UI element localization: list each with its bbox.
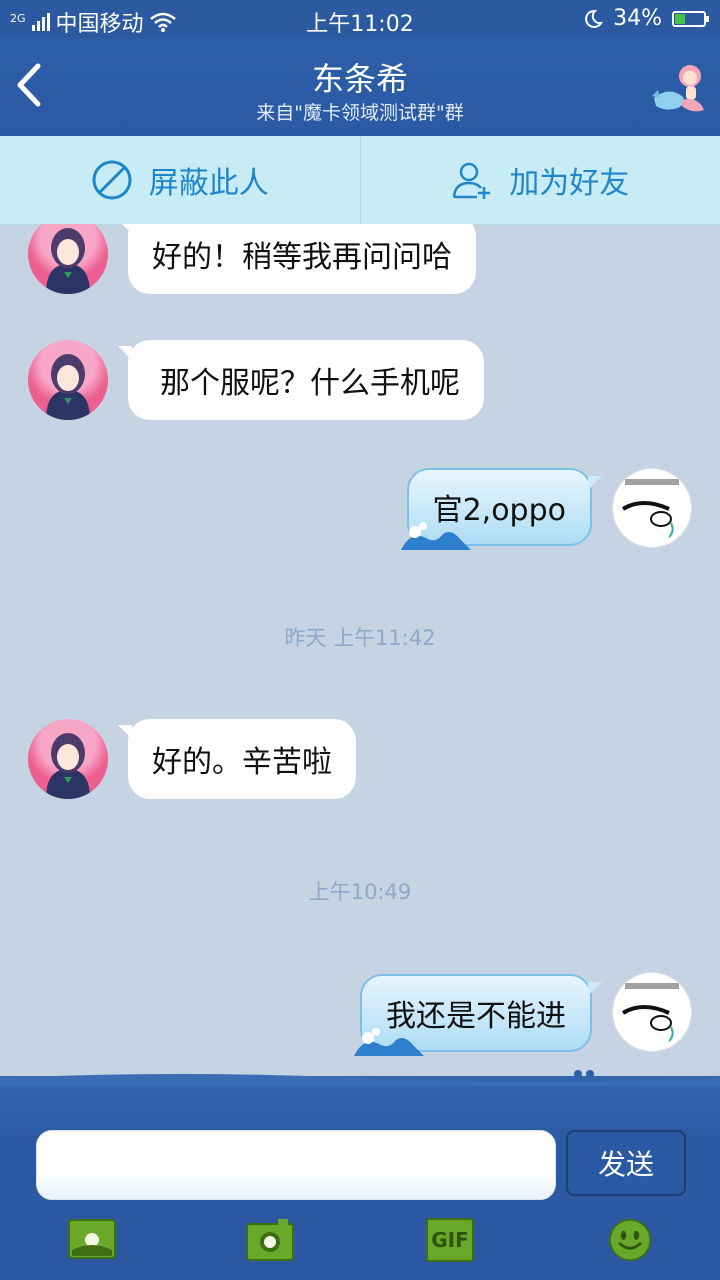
contact-avatar[interactable] (28, 719, 108, 799)
timestamp: 昨天 上午11:42 (284, 626, 436, 650)
timestamp: 上午10:49 (308, 880, 412, 904)
gif-label: GIF (431, 1228, 469, 1252)
camera-icon[interactable] (246, 1218, 294, 1262)
battery-icon (672, 10, 709, 27)
clock: 上午11:02 (306, 12, 414, 37)
block-user-label: 屏蔽此人 (148, 166, 269, 201)
message-text: 我还是不能进 (386, 999, 566, 1034)
gif-button[interactable]: GIF (426, 1218, 474, 1262)
add-friend-button[interactable]: 加为好友 (359, 136, 720, 224)
contact-avatar[interactable] (28, 224, 108, 294)
chat-title: 东条希 (311, 60, 408, 98)
message-bubble-outgoing[interactable]: 我还是不能进 (354, 974, 602, 1056)
message-bubble-incoming[interactable]: 好的！稍等我再问问哈 (118, 224, 476, 294)
send-button[interactable]: 发送 (566, 1130, 686, 1196)
message-bubble-outgoing[interactable]: 官2,oppo (400, 468, 603, 550)
message-bubble-incoming[interactable]: 好的。辛苦啦 (118, 719, 356, 799)
moon-icon (585, 9, 604, 28)
add-friend-label: 加为好友 (509, 166, 630, 201)
message-text: 好的！稍等我再问问哈 (152, 240, 452, 275)
my-avatar[interactable] (612, 972, 692, 1052)
status-bar: 2G 中国移动 上午11:02 34% (0, 0, 720, 38)
message-text: 好的。辛苦啦 (152, 745, 332, 780)
chat-header: 东条希 来自"魔卡领域测试群"群 (0, 38, 720, 136)
composer-panel: 发送 GIF (0, 1070, 720, 1280)
message-input[interactable] (36, 1130, 556, 1200)
chat-subtitle: 来自"魔卡领域测试群"群 (256, 102, 464, 124)
message-list[interactable]: 好的！稍等我再问问哈 那个服呢？什么手机呢 官2,oppo 昨天 上午11:42… (0, 224, 720, 1076)
my-avatar[interactable] (612, 468, 692, 548)
anime-girl-avatar-icon (46, 354, 90, 420)
block-icon (92, 160, 132, 200)
action-bar: 屏蔽此人 加为好友 (0, 136, 720, 225)
block-user-button[interactable]: 屏蔽此人 (0, 136, 360, 224)
mermaid-mascot-icon[interactable] (648, 56, 712, 120)
meme-face-avatar-icon (621, 479, 679, 538)
image-icon[interactable] (68, 1218, 116, 1262)
anime-girl-avatar-icon (46, 228, 90, 294)
emoji-smile-icon[interactable] (606, 1218, 654, 1262)
meme-face-avatar-icon (621, 983, 679, 1042)
battery-percent: 34% (613, 6, 662, 31)
message-text: 那个服呢？什么手机呢 (160, 366, 460, 401)
message-bubble-incoming[interactable]: 那个服呢？什么手机呢 (118, 340, 484, 420)
send-label: 发送 (597, 1148, 654, 1181)
anime-girl-avatar-icon (46, 733, 90, 799)
wave-edge-decoration (0, 1070, 720, 1086)
add-person-icon (453, 162, 491, 199)
message-text: 官2,oppo (432, 493, 566, 528)
contact-avatar[interactable] (28, 340, 108, 420)
